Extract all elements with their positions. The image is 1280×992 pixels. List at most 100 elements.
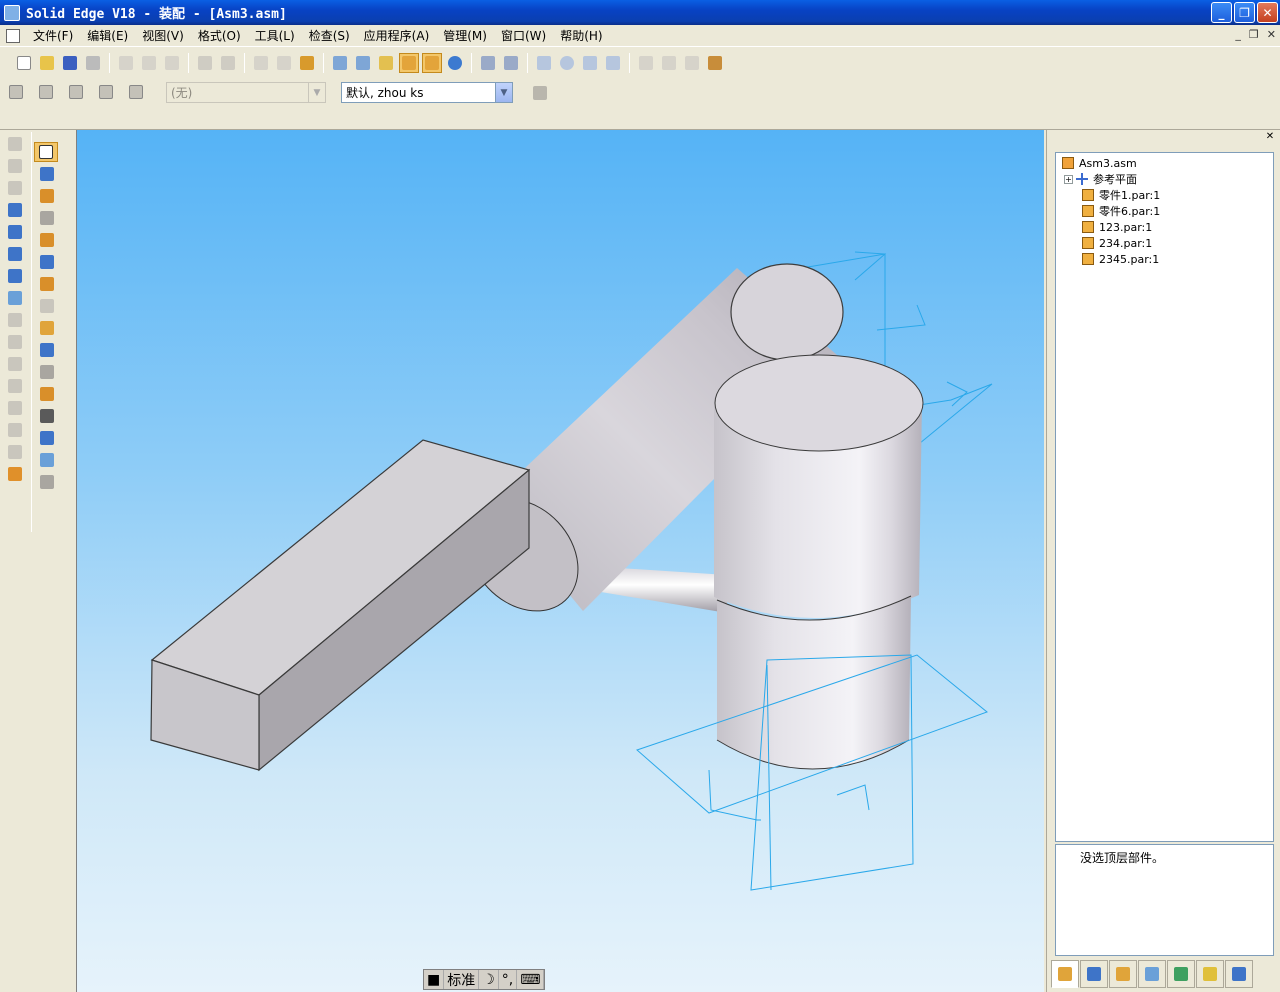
menu-applications[interactable]: 应用程序(A): [357, 27, 437, 44]
zoom-button[interactable]: [557, 53, 577, 73]
help-button[interactable]: [636, 53, 656, 73]
vertical-cylinder-lower[interactable]: [716, 595, 912, 770]
menu-window[interactable]: 窗口(W): [494, 27, 553, 44]
feature-15-button[interactable]: [3, 442, 27, 462]
asm-tool-2-button[interactable]: [34, 80, 58, 104]
mdi-restore-icon[interactable]: ❐: [1249, 28, 1259, 41]
fit-button[interactable]: [580, 53, 600, 73]
shaded-edges-button[interactable]: [399, 53, 419, 73]
select-tool-button[interactable]: [34, 142, 58, 162]
tab-configurations[interactable]: [1109, 960, 1137, 988]
feature-8-button[interactable]: [3, 288, 27, 308]
keyboard-icon[interactable]: ⌨: [517, 970, 545, 989]
mirror-button[interactable]: [35, 296, 59, 316]
menu-file[interactable]: 文件(F): [26, 27, 80, 44]
mdi-minimize-icon[interactable]: _: [1235, 28, 1241, 41]
moon-icon[interactable]: ☽: [479, 970, 499, 989]
menu-format[interactable]: 格式(O): [191, 27, 248, 44]
undo-button[interactable]: [195, 53, 215, 73]
ime-logo-icon[interactable]: ■: [424, 970, 445, 989]
chevron-down-icon[interactable]: ▼: [308, 83, 325, 102]
asm-tool-3-button[interactable]: [64, 80, 88, 104]
tree-part-4[interactable]: 234.par:1: [1082, 235, 1152, 251]
view-front-button[interactable]: [376, 53, 396, 73]
menu-help[interactable]: 帮助(H): [553, 27, 609, 44]
tree-part-5[interactable]: 2345.par:1: [1082, 251, 1159, 267]
config-combo[interactable]: 默认, zhou ks ▼: [341, 82, 513, 103]
render-button[interactable]: [445, 53, 465, 73]
create-part-button[interactable]: [35, 340, 59, 360]
replace-part-button[interactable]: [35, 230, 59, 250]
panel-close-icon[interactable]: ✕: [1264, 132, 1276, 144]
pattern-button[interactable]: [35, 274, 59, 294]
close-button[interactable]: ✕: [1257, 2, 1278, 23]
feature-13-button[interactable]: [3, 398, 27, 418]
document-icon[interactable]: [6, 28, 20, 43]
menu-manage[interactable]: 管理(M): [436, 27, 494, 44]
menu-view[interactable]: 视图(V): [135, 27, 191, 44]
feature-12-button[interactable]: [3, 376, 27, 396]
feature-1-button[interactable]: [3, 134, 27, 154]
feature-3-button[interactable]: [3, 178, 27, 198]
addin-button[interactable]: [705, 53, 725, 73]
style-combo[interactable]: (无) ▼: [166, 82, 326, 103]
ime-punct[interactable]: °,: [499, 970, 518, 989]
tab-sensors[interactable]: [1225, 960, 1253, 988]
assemble-button[interactable]: [35, 186, 59, 206]
part-properties-button[interactable]: [274, 53, 294, 73]
view-iso-button[interactable]: [330, 53, 350, 73]
calculator-button[interactable]: [659, 53, 679, 73]
color-button[interactable]: [297, 53, 317, 73]
select-button[interactable]: [251, 53, 271, 73]
tab-pathfinder[interactable]: [1051, 960, 1079, 988]
feature-16-button[interactable]: [3, 464, 27, 484]
layers-button[interactable]: [478, 53, 498, 73]
feature-4-button[interactable]: [3, 200, 27, 220]
relations-button[interactable]: [35, 472, 59, 492]
assembly-model[interactable]: [77, 130, 1044, 992]
wire-button[interactable]: [35, 428, 59, 448]
open-file-button[interactable]: [37, 53, 57, 73]
tree-root[interactable]: Asm3.asm: [1062, 155, 1137, 171]
feature-6-button[interactable]: [3, 244, 27, 264]
display-button[interactable]: [501, 53, 521, 73]
feature-9-button[interactable]: [3, 310, 27, 330]
tab-help[interactable]: [1196, 960, 1224, 988]
expand-icon[interactable]: +: [1064, 174, 1073, 184]
zoom-area-button[interactable]: [534, 53, 554, 73]
paste-button[interactable]: [162, 53, 182, 73]
print-button[interactable]: [83, 53, 103, 73]
app-icon[interactable]: [4, 4, 20, 21]
sketch-button[interactable]: [35, 450, 59, 470]
move-part-button[interactable]: [35, 208, 59, 228]
redo-button[interactable]: [218, 53, 238, 73]
part-in-place-button[interactable]: [35, 318, 59, 338]
mdi-close-icon[interactable]: ✕: [1267, 28, 1276, 41]
tab-layers[interactable]: [1138, 960, 1166, 988]
config-apply-button[interactable]: [528, 81, 552, 105]
new-file-button[interactable]: [14, 53, 34, 73]
save-button[interactable]: [60, 53, 80, 73]
insert-component-button[interactable]: [35, 164, 59, 184]
minimize-button[interactable]: _: [1211, 2, 1232, 23]
menu-inspect[interactable]: 检查(S): [302, 27, 357, 44]
menu-edit[interactable]: 编辑(E): [80, 27, 135, 44]
chevron-down-icon[interactable]: ▼: [495, 83, 512, 102]
vertical-cylinder-upper[interactable]: [714, 354, 924, 619]
menu-tools[interactable]: 工具(L): [248, 27, 302, 44]
properties-button[interactable]: [682, 53, 702, 73]
feature-2-button[interactable]: [3, 156, 27, 176]
feature-10-button[interactable]: [3, 332, 27, 352]
tree-part-2[interactable]: 零件6.par:1: [1082, 203, 1160, 219]
restore-button[interactable]: ❐: [1234, 2, 1255, 23]
tube-button[interactable]: [35, 406, 59, 426]
tree-part-3[interactable]: 123.par:1: [1082, 219, 1152, 235]
copy-button[interactable]: [139, 53, 159, 73]
ime-mode[interactable]: 标准: [444, 970, 480, 989]
frame-button[interactable]: [35, 384, 59, 404]
rotate-button[interactable]: [603, 53, 623, 73]
tree-part-1[interactable]: 零件1.par:1: [1082, 187, 1160, 203]
tab-parts-library[interactable]: [1080, 960, 1108, 988]
cut-button[interactable]: [116, 53, 136, 73]
fastener-button[interactable]: [35, 252, 59, 272]
